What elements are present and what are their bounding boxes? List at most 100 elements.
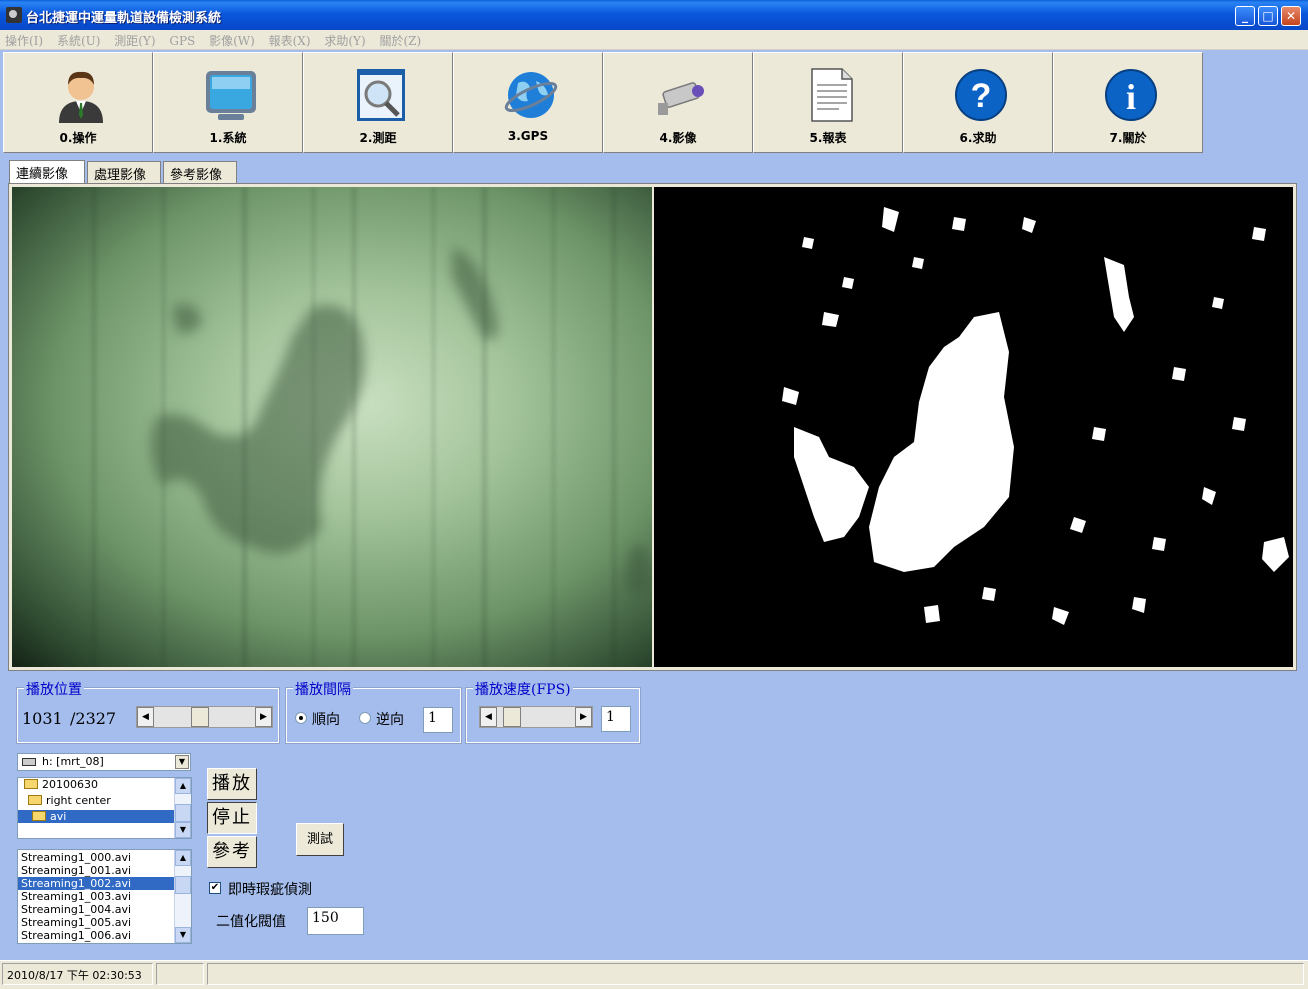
magnifier-icon — [357, 69, 405, 121]
folder-item[interactable]: avi — [18, 810, 174, 823]
svg-text:?: ? — [971, 77, 992, 115]
realtime-detection-checkbox[interactable]: ✔ — [209, 882, 221, 894]
playback-interval-group: 播放間隔 順向 逆向 1 — [285, 679, 462, 744]
file-list-scrollbar[interactable]: ▲ ▼ — [174, 850, 191, 943]
reference-button[interactable]: 參考 — [207, 836, 257, 868]
scroll-thumb[interactable] — [175, 876, 191, 894]
rail-surface-image — [92, 187, 652, 667]
toolbar-button-help[interactable]: ? 6.求助 — [903, 52, 1053, 153]
scroll-down-icon[interactable]: ▼ — [175, 927, 191, 943]
file-item[interactable]: Streaming1_006.avi — [18, 929, 191, 942]
forward-radio[interactable] — [295, 712, 307, 724]
toolbar-label: 6.求助 — [959, 131, 997, 145]
camera-frame-view — [12, 187, 652, 667]
app-window: 台北捷運中運量軌道設備檢測系統 _ □ ✕ 操作(I) 系統(U) 測距(Y) … — [0, 0, 1308, 989]
defect-mask-image — [782, 207, 1289, 625]
image-panel — [8, 183, 1297, 671]
fps-input[interactable]: 1 — [601, 706, 631, 732]
threshold-input[interactable]: 150 — [307, 907, 364, 935]
menu-image[interactable]: 影像(W) — [204, 30, 260, 51]
current-frame-number: 1031 — [22, 709, 63, 728]
svg-text:i: i — [1126, 77, 1136, 117]
file-item[interactable]: Streaming1_003.avi — [18, 890, 191, 903]
scroll-up-icon[interactable]: ▲ — [175, 850, 191, 866]
close-button[interactable]: ✕ — [1281, 6, 1301, 26]
scroll-up-icon[interactable]: ▲ — [175, 778, 191, 794]
folder-list[interactable]: 20100630 right center avi ▲ ▼ — [17, 777, 192, 839]
toolbar-label: 0.操作 — [59, 131, 97, 145]
menu-system[interactable]: 系統(U) — [52, 30, 105, 51]
scroll-right-icon[interactable]: ▶ — [255, 707, 272, 727]
test-button[interactable]: 測試 — [296, 823, 344, 856]
toolbar-button-about[interactable]: i 7.關於 — [1053, 52, 1203, 153]
toolbar-label: 5.報表 — [809, 131, 847, 145]
menu-about[interactable]: 關於(Z) — [375, 30, 427, 51]
open-folder-icon — [24, 779, 38, 789]
tab-continuous-image[interactable]: 連續影像 — [9, 160, 85, 183]
stop-button[interactable]: 停止 — [207, 802, 257, 834]
status-pane-3 — [207, 963, 1304, 985]
toolbar-button-operate[interactable]: 0.操作 — [3, 52, 153, 153]
speed-slider[interactable]: ◀ ▶ — [479, 706, 593, 728]
camera-icon — [658, 82, 704, 115]
position-slider-thumb[interactable] — [191, 707, 209, 727]
toolbar-button-gps[interactable]: 3.GPS — [453, 52, 603, 153]
menu-help[interactable]: 求助(Y) — [319, 30, 370, 51]
binary-detection-view — [654, 187, 1293, 667]
minimize-button[interactable]: _ — [1235, 6, 1255, 26]
menu-distance[interactable]: 測距(Y) — [109, 30, 160, 51]
file-item[interactable]: Streaming1_001.avi — [18, 864, 191, 877]
toolbar-button-report[interactable]: 5.報表 — [753, 52, 903, 153]
maximize-button[interactable]: □ — [1258, 6, 1278, 26]
tab-reference-image[interactable]: 參考影像 — [163, 161, 237, 183]
toolbar-button-distance[interactable]: 2.測距 — [303, 52, 453, 153]
title-bar: 台北捷運中運量軌道設備檢測系統 _ □ ✕ — [0, 0, 1308, 30]
playback-position-group: 播放位置 1031 /2327 ◀ ▶ — [16, 679, 280, 744]
chevron-down-icon[interactable]: ▼ — [175, 755, 189, 769]
file-item[interactable]: Streaming1_000.avi — [18, 851, 191, 864]
forward-label: 順向 — [312, 712, 340, 728]
menu-bar: 操作(I) 系統(U) 測距(Y) GPS 影像(W) 報表(X) 求助(Y) … — [0, 30, 1308, 50]
open-folder-icon — [32, 811, 46, 821]
window-title: 台北捷運中運量軌道設備檢測系統 — [26, 11, 222, 26]
play-button[interactable]: 播放 — [207, 768, 257, 800]
scroll-down-icon[interactable]: ▼ — [175, 822, 191, 838]
folder-item[interactable]: right center — [18, 794, 191, 807]
toolbar-button-image[interactable]: 4.影像 — [603, 52, 753, 153]
help-icon: ? — [955, 69, 1007, 121]
scroll-left-icon[interactable]: ◀ — [137, 707, 154, 727]
file-item[interactable]: Streaming1_004.avi — [18, 903, 191, 916]
status-pane-2 — [156, 963, 204, 985]
folder-list-scrollbar[interactable]: ▲ ▼ — [174, 778, 191, 838]
scroll-right-icon[interactable]: ▶ — [575, 707, 592, 727]
drive-select[interactable]: h: [mrt_08] ▼ — [17, 753, 191, 771]
folder-item[interactable]: 20100630 — [18, 778, 191, 791]
reverse-label: 逆向 — [376, 712, 404, 728]
camera-app-icon[interactable] — [6, 7, 22, 23]
toolbar-button-system[interactable]: 1.系統 — [153, 52, 303, 153]
reverse-radio[interactable] — [359, 712, 371, 724]
playback-interval-title: 播放間隔 — [293, 679, 353, 699]
drive-icon — [22, 758, 36, 766]
threshold-label: 二值化閥值 — [216, 914, 286, 930]
file-item[interactable]: Streaming1_005.avi — [18, 916, 191, 929]
total-frame-count: /2327 — [70, 709, 117, 728]
menu-gps[interactable]: GPS — [164, 32, 200, 50]
toolbar-label: 4.影像 — [659, 131, 697, 145]
globe-icon — [504, 72, 558, 118]
playback-position-title: 播放位置 — [24, 679, 84, 699]
toolbar-label: 2.測距 — [359, 131, 397, 145]
scroll-left-icon[interactable]: ◀ — [480, 707, 497, 727]
file-list[interactable]: Streaming1_000.avi Streaming1_001.avi St… — [17, 849, 192, 944]
file-item[interactable]: Streaming1_002.avi — [18, 877, 174, 890]
scroll-thumb[interactable] — [175, 804, 191, 822]
menu-report[interactable]: 報表(X) — [264, 30, 316, 51]
toolbar-label: 3.GPS — [507, 129, 549, 143]
speed-slider-thumb[interactable] — [503, 707, 521, 727]
tab-processed-image[interactable]: 處理影像 — [87, 161, 161, 183]
drive-select-value: h: [mrt_08] — [42, 755, 104, 768]
interval-input[interactable]: 1 — [423, 707, 453, 733]
user-icon — [59, 71, 103, 123]
position-slider[interactable]: ◀ ▶ — [136, 706, 273, 728]
menu-operate[interactable]: 操作(I) — [0, 30, 48, 51]
